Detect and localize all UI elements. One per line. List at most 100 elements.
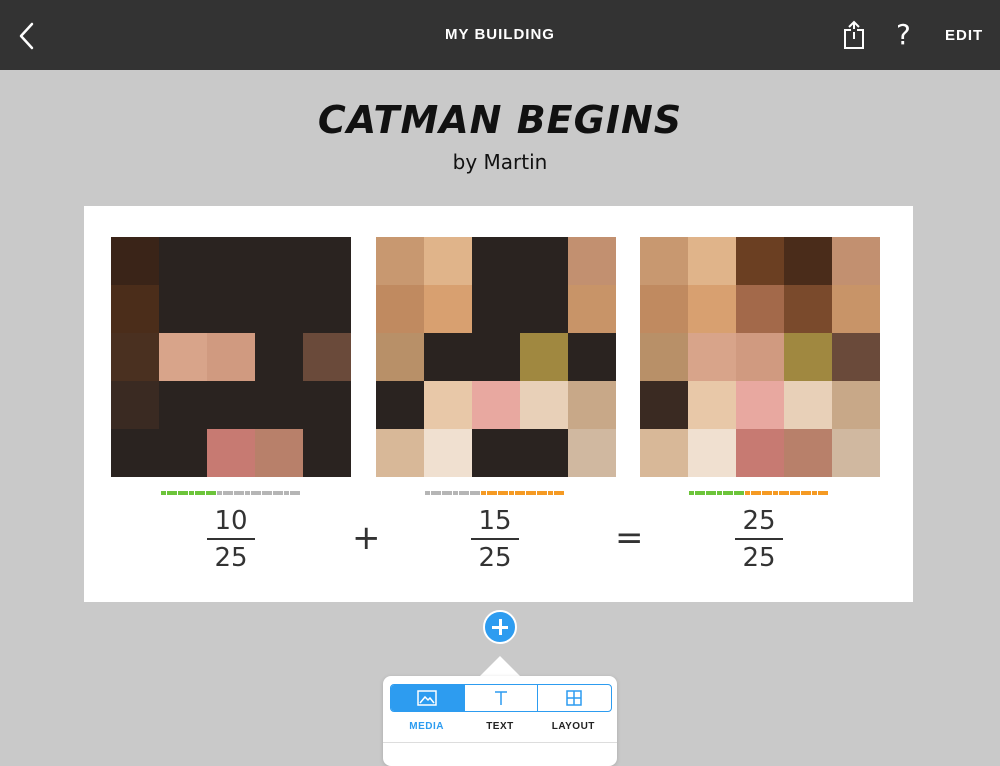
- photo-tile: [640, 381, 688, 429]
- progress-segment: [492, 491, 498, 495]
- progress-segment: [728, 491, 734, 495]
- add-block-button[interactable]: [483, 610, 517, 644]
- progress-segment: [295, 491, 301, 495]
- text-icon: [494, 691, 507, 705]
- progress-segment: [464, 491, 470, 495]
- progress-segment: [525, 491, 531, 495]
- progress-segment: [441, 491, 447, 495]
- photo-tile: [568, 285, 616, 333]
- boy-face-photo[interactable]: [111, 237, 351, 477]
- progress-segment: [469, 491, 475, 495]
- fraction-line: [207, 538, 255, 540]
- equals-operator: =: [615, 518, 644, 558]
- progress-segment: [222, 491, 228, 495]
- progress-segment: [711, 491, 717, 495]
- progress-segment: [216, 491, 222, 495]
- top-navigation-bar: MY BUILDING ? EDIT: [0, 0, 1000, 70]
- progress-segment: [436, 491, 442, 495]
- photo-tile: [472, 333, 520, 381]
- denominator: 25: [214, 543, 248, 573]
- photo-tile: [111, 429, 159, 477]
- photo-tile: [640, 285, 688, 333]
- photo-tile: [303, 381, 351, 429]
- photo-tile: [472, 285, 520, 333]
- equation-card[interactable]: 10 25 + 15 25 = 25 25: [84, 206, 913, 602]
- photo-tile: [784, 237, 832, 285]
- progress-segment: [239, 491, 245, 495]
- progress-segment: [289, 491, 295, 495]
- progress-segment: [761, 491, 767, 495]
- tab-layout-label[interactable]: LAYOUT: [537, 721, 610, 732]
- progress-segment: [705, 491, 711, 495]
- progress-segment: [200, 491, 206, 495]
- progress-segment: [177, 491, 183, 495]
- progress-segment: [508, 491, 514, 495]
- photo-tile: [207, 381, 255, 429]
- photo-tile: [832, 285, 880, 333]
- progress-segment: [475, 491, 481, 495]
- edit-button[interactable]: EDIT: [945, 27, 983, 44]
- document-author: by Martin: [452, 150, 548, 174]
- photo-tile: [736, 381, 784, 429]
- photo-tile: [568, 381, 616, 429]
- fraction-1: 10 25: [191, 506, 271, 573]
- document-title: CATMAN BEGINS: [317, 98, 683, 142]
- tab-media-label[interactable]: MEDIA: [390, 721, 463, 732]
- progress-segment: [520, 491, 526, 495]
- photo-tile: [640, 429, 688, 477]
- photo-tile: [832, 381, 880, 429]
- progress-segment: [256, 491, 262, 495]
- boy-cat-composite-photo[interactable]: [640, 237, 880, 477]
- photo-tile: [424, 285, 472, 333]
- progress-segment: [211, 491, 217, 495]
- progress-segment: [772, 491, 778, 495]
- tab-layout[interactable]: [538, 685, 611, 711]
- progress-segment: [800, 491, 806, 495]
- progress-segment: [756, 491, 762, 495]
- fraction-progress-bar: [161, 491, 301, 495]
- progress-segment: [812, 491, 818, 495]
- progress-segment: [430, 491, 436, 495]
- photo-tile: [159, 237, 207, 285]
- progress-segment: [452, 491, 458, 495]
- progress-segment: [694, 491, 700, 495]
- progress-segment: [536, 491, 542, 495]
- photo-tile: [159, 429, 207, 477]
- photo-tile: [472, 429, 520, 477]
- denominator: 25: [478, 543, 512, 573]
- progress-segment: [700, 491, 706, 495]
- photo-tile: [520, 285, 568, 333]
- progress-segment: [778, 491, 784, 495]
- progress-segment: [425, 491, 430, 495]
- progress-segment: [503, 491, 509, 495]
- denominator: 25: [742, 543, 776, 573]
- photo-tile: [376, 285, 424, 333]
- progress-segment: [497, 491, 503, 495]
- tab-media[interactable]: [391, 685, 465, 711]
- photo-tile: [255, 333, 303, 381]
- photo-tile: [111, 333, 159, 381]
- cat-face-photo[interactable]: [376, 237, 616, 477]
- tab-text[interactable]: [465, 685, 539, 711]
- photo-tile: [303, 237, 351, 285]
- photo-tile: [111, 285, 159, 333]
- progress-segment: [767, 491, 773, 495]
- progress-segment: [261, 491, 267, 495]
- progress-segment: [744, 491, 750, 495]
- fraction-2: 15 25: [455, 506, 535, 573]
- share-icon[interactable]: [842, 20, 866, 50]
- photo-tile: [688, 381, 736, 429]
- help-icon[interactable]: ?: [896, 18, 911, 51]
- photo-tile: [207, 237, 255, 285]
- tab-text-label[interactable]: TEXT: [463, 721, 536, 732]
- photo-tile: [159, 333, 207, 381]
- progress-segment: [183, 491, 189, 495]
- photo-tile: [472, 381, 520, 429]
- progress-segment: [806, 491, 812, 495]
- popover-arrow: [478, 656, 522, 678]
- photo-tile: [784, 285, 832, 333]
- progress-segment: [531, 491, 537, 495]
- progress-segment: [161, 491, 166, 495]
- fraction-3: 25 25: [719, 506, 799, 573]
- photo-tile: [568, 333, 616, 381]
